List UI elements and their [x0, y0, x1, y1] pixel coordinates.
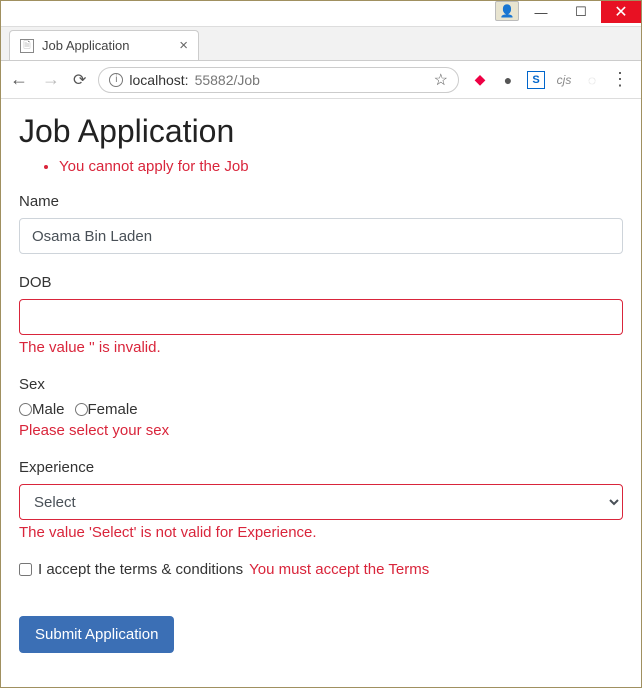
sex-label: Sex	[19, 376, 623, 393]
terms-error: You must accept the Terms	[249, 561, 429, 578]
experience-select[interactable]: Select	[19, 484, 623, 520]
address-bar: ← → ⟳ i localhost: 55882/Job ☆ ◆ ● S cjs …	[1, 61, 641, 99]
field-dob: DOB The value '' is invalid.	[19, 274, 623, 356]
browser-tab[interactable]: 🗎 Job Application ×	[9, 30, 199, 60]
window-close-button[interactable]: ✕	[601, 1, 641, 23]
sex-options: Male Female	[19, 401, 623, 418]
sex-error: Please select your sex	[19, 422, 623, 439]
tab-title: Job Application	[42, 38, 129, 53]
dob-input[interactable]	[19, 299, 623, 335]
back-button[interactable]: ←	[9, 69, 29, 90]
url-path: 55882/Job	[195, 72, 260, 88]
window-controls: — ☐ ✕	[521, 1, 641, 23]
submit-button[interactable]: Submit Application	[19, 616, 174, 653]
page-content: Job Application You cannot apply for the…	[1, 99, 641, 687]
experience-error: The value 'Select' is not valid for Expe…	[19, 524, 623, 541]
bookmark-star-icon[interactable]: ☆	[434, 70, 448, 90]
field-sex: Sex Male Female Please select your sex	[19, 376, 623, 439]
page-title: Job Application	[19, 113, 623, 150]
field-experience: Experience Select The value 'Select' is …	[19, 459, 623, 541]
minimize-button[interactable]: —	[521, 1, 561, 23]
extension-icon[interactable]: ◌	[583, 71, 601, 89]
url-host: localhost:	[129, 72, 188, 88]
maximize-button[interactable]: ☐	[561, 1, 601, 23]
name-label: Name	[19, 193, 623, 210]
tab-close-icon[interactable]: ×	[179, 37, 188, 54]
browser-window: 👤 — ☐ ✕ 🗎 Job Application × ← → ⟳ i loca…	[0, 0, 642, 688]
user-account-icon[interactable]: 👤	[495, 1, 519, 21]
field-terms: I accept the terms & conditions You must…	[19, 561, 623, 578]
name-input[interactable]	[19, 218, 623, 254]
sex-female-label: Female	[88, 401, 138, 418]
sex-option-female[interactable]: Female	[75, 401, 138, 418]
extension-icons: ◆ ● S cjs ◌ ⋮	[471, 69, 633, 90]
url-field[interactable]: i localhost: 55882/Job ☆	[98, 67, 459, 93]
field-name: Name	[19, 193, 623, 254]
experience-label: Experience	[19, 459, 623, 476]
extension-icon[interactable]: S	[527, 71, 545, 89]
dob-error: The value '' is invalid.	[19, 339, 623, 356]
forward-button: →	[41, 69, 61, 90]
validation-summary-item: You cannot apply for the Job	[59, 158, 623, 175]
titlebar: 👤 — ☐ ✕	[1, 1, 641, 27]
browser-menu-button[interactable]: ⋮	[611, 69, 629, 90]
page-icon: 🗎	[20, 39, 34, 53]
extension-icon[interactable]: ◆	[471, 71, 489, 89]
reload-button[interactable]: ⟳	[73, 70, 86, 90]
site-info-icon[interactable]: i	[109, 73, 123, 87]
extension-icon[interactable]: ●	[499, 71, 517, 89]
terms-label: I accept the terms & conditions	[38, 561, 243, 578]
validation-summary: You cannot apply for the Job	[19, 158, 623, 175]
dob-label: DOB	[19, 274, 623, 291]
sex-radio-male[interactable]	[19, 403, 32, 416]
extension-icon[interactable]: cjs	[555, 71, 573, 89]
sex-male-label: Male	[32, 401, 65, 418]
terms-checkbox[interactable]	[19, 563, 32, 576]
sex-radio-female[interactable]	[75, 403, 88, 416]
tab-bar: 🗎 Job Application ×	[1, 27, 641, 61]
sex-option-male[interactable]: Male	[19, 401, 65, 418]
